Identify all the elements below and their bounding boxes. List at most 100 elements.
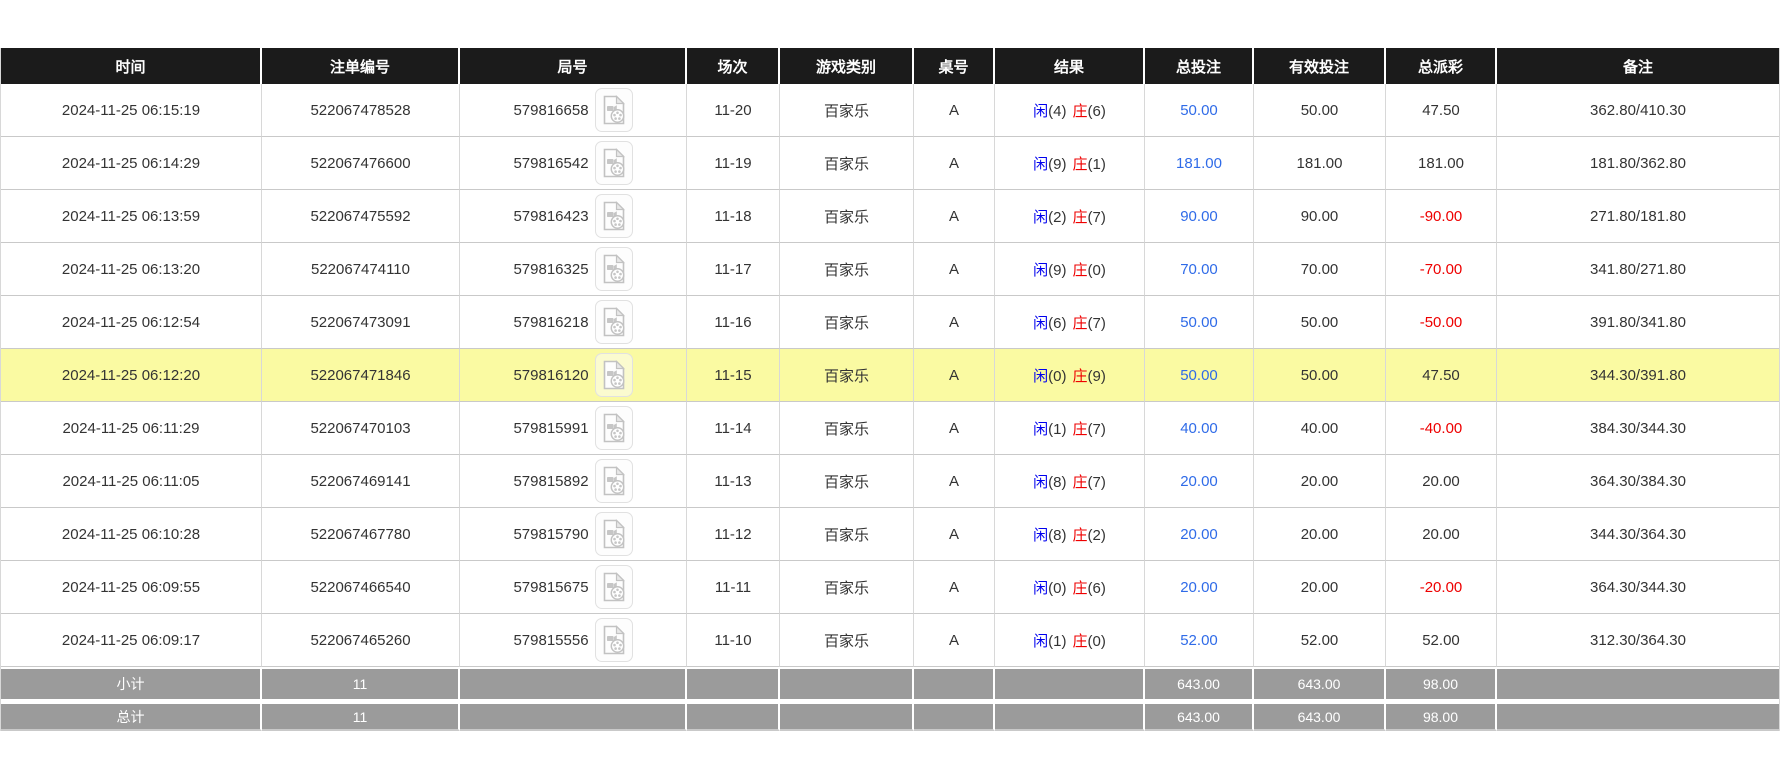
player-score: (9) bbox=[1048, 156, 1066, 173]
table-row: 2024-11-25 06:11:05 522067469141 5798158… bbox=[1, 455, 1779, 508]
player-label: 闲 bbox=[1033, 262, 1048, 279]
total-bet-link[interactable]: 40.00 bbox=[1180, 420, 1218, 437]
cell-game-type: 百家乐 bbox=[780, 190, 914, 243]
table-row: 2024-11-25 06:12:54 522067473091 5798162… bbox=[1, 296, 1779, 349]
cell-bet-number: 522067467780 bbox=[262, 508, 460, 561]
cell-result: 闲(9)庄(0) bbox=[995, 243, 1145, 296]
video-replay-button[interactable] bbox=[595, 459, 633, 503]
cell-session: 11-19 bbox=[687, 137, 780, 190]
video-replay-button[interactable] bbox=[595, 141, 633, 185]
cell-payout: 52.00 bbox=[1386, 614, 1497, 667]
table-row: 2024-11-25 06:12:20 522067471846 5798161… bbox=[1, 349, 1779, 402]
cell-result: 闲(6)庄(7) bbox=[995, 296, 1145, 349]
player-label: 闲 bbox=[1033, 156, 1048, 173]
cell-valid-bet: 20.00 bbox=[1254, 455, 1386, 508]
cell-bet-number: 522067476600 bbox=[262, 137, 460, 190]
table-row: 2024-11-25 06:13:59 522067475592 5798164… bbox=[1, 190, 1779, 243]
cell-game-type: 百家乐 bbox=[780, 614, 914, 667]
video-replay-button[interactable] bbox=[595, 194, 633, 238]
total-bet-link[interactable]: 20.00 bbox=[1180, 473, 1218, 490]
total-bet-link[interactable]: 50.00 bbox=[1180, 314, 1218, 331]
cell-payout: 47.50 bbox=[1386, 84, 1497, 137]
cell-time: 2024-11-25 06:09:55 bbox=[1, 561, 262, 614]
cell-game-type: 百家乐 bbox=[780, 349, 914, 402]
total-bet-link[interactable]: 20.00 bbox=[1180, 579, 1218, 596]
cell-payout: 181.00 bbox=[1386, 137, 1497, 190]
total-bet-link[interactable]: 90.00 bbox=[1180, 208, 1218, 225]
round-number: 579815790 bbox=[513, 526, 588, 543]
video-replay-button[interactable] bbox=[595, 618, 633, 662]
cell-table-number: A bbox=[914, 508, 995, 561]
cell-payout: -70.00 bbox=[1386, 243, 1497, 296]
cell-game-type: 百家乐 bbox=[780, 561, 914, 614]
cell-valid-bet: 90.00 bbox=[1254, 190, 1386, 243]
banker-score: (2) bbox=[1088, 527, 1106, 544]
cell-bet-number: 522067474110 bbox=[262, 243, 460, 296]
cell-session: 11-20 bbox=[687, 84, 780, 137]
cell-valid-bet: 70.00 bbox=[1254, 243, 1386, 296]
summary-empty-table bbox=[914, 667, 995, 699]
cell-remark: 362.80/410.30 bbox=[1497, 84, 1779, 137]
summary-empty-remark bbox=[1497, 699, 1779, 731]
video-replay-button[interactable] bbox=[595, 406, 633, 450]
banker-label: 庄 bbox=[1073, 633, 1088, 650]
table-row: 2024-11-25 06:11:29 522067470103 5798159… bbox=[1, 402, 1779, 455]
video-file-icon bbox=[602, 466, 626, 499]
cell-payout: -20.00 bbox=[1386, 561, 1497, 614]
cell-result: 闲(0)庄(6) bbox=[995, 561, 1145, 614]
total-bet-link[interactable]: 181.00 bbox=[1176, 155, 1222, 172]
round-number: 579816423 bbox=[513, 208, 588, 225]
video-replay-button[interactable] bbox=[595, 353, 633, 397]
cell-game-type: 百家乐 bbox=[780, 243, 914, 296]
video-replay-button[interactable] bbox=[595, 565, 633, 609]
video-replay-button[interactable] bbox=[595, 88, 633, 132]
cell-table-number: A bbox=[914, 455, 995, 508]
banker-label: 庄 bbox=[1073, 527, 1088, 544]
summary-empty-session bbox=[687, 699, 780, 731]
summary-total-bet: 643.00 bbox=[1145, 667, 1254, 699]
total-bet-link[interactable]: 70.00 bbox=[1180, 261, 1218, 278]
summary-total-bet: 643.00 bbox=[1145, 699, 1254, 731]
round-number: 579816325 bbox=[513, 261, 588, 278]
cell-total-bet: 50.00 bbox=[1145, 84, 1254, 137]
cell-table-number: A bbox=[914, 137, 995, 190]
video-replay-button[interactable] bbox=[595, 512, 633, 556]
total-bet-link[interactable]: 50.00 bbox=[1180, 102, 1218, 119]
cell-game-type: 百家乐 bbox=[780, 137, 914, 190]
video-replay-button[interactable] bbox=[595, 300, 633, 344]
round-number: 579815675 bbox=[513, 579, 588, 596]
cell-valid-bet: 20.00 bbox=[1254, 561, 1386, 614]
cell-time: 2024-11-25 06:09:17 bbox=[1, 614, 262, 667]
cell-remark: 341.80/271.80 bbox=[1497, 243, 1779, 296]
player-label: 闲 bbox=[1033, 368, 1048, 385]
cell-table-number: A bbox=[914, 190, 995, 243]
cell-round: 579815675 bbox=[460, 561, 687, 614]
cell-session: 11-12 bbox=[687, 508, 780, 561]
cell-table-number: A bbox=[914, 84, 995, 137]
cell-session: 11-15 bbox=[687, 349, 780, 402]
video-file-icon bbox=[602, 360, 626, 393]
cell-session: 11-13 bbox=[687, 455, 780, 508]
cell-game-type: 百家乐 bbox=[780, 84, 914, 137]
banker-label: 庄 bbox=[1073, 421, 1088, 438]
column-header-total_bet: 总投注 bbox=[1145, 48, 1254, 84]
cell-total-bet: 181.00 bbox=[1145, 137, 1254, 190]
total-bet-link[interactable]: 50.00 bbox=[1180, 367, 1218, 384]
cell-total-bet: 20.00 bbox=[1145, 508, 1254, 561]
cell-round: 579816423 bbox=[460, 190, 687, 243]
cell-result: 闲(4)庄(6) bbox=[995, 84, 1145, 137]
cell-valid-bet: 50.00 bbox=[1254, 349, 1386, 402]
player-label: 闲 bbox=[1033, 315, 1048, 332]
cell-table-number: A bbox=[914, 243, 995, 296]
total-bet-link[interactable]: 52.00 bbox=[1180, 632, 1218, 649]
video-replay-button[interactable] bbox=[595, 247, 633, 291]
cell-bet-number: 522067471846 bbox=[262, 349, 460, 402]
banker-score: (1) bbox=[1088, 156, 1106, 173]
total-bet-link[interactable]: 20.00 bbox=[1180, 526, 1218, 543]
cell-remark: 391.80/341.80 bbox=[1497, 296, 1779, 349]
summary-empty-table bbox=[914, 699, 995, 731]
cell-payout: -50.00 bbox=[1386, 296, 1497, 349]
video-file-icon bbox=[602, 95, 626, 128]
banker-score: (6) bbox=[1088, 103, 1106, 120]
banker-score: (7) bbox=[1088, 315, 1106, 332]
